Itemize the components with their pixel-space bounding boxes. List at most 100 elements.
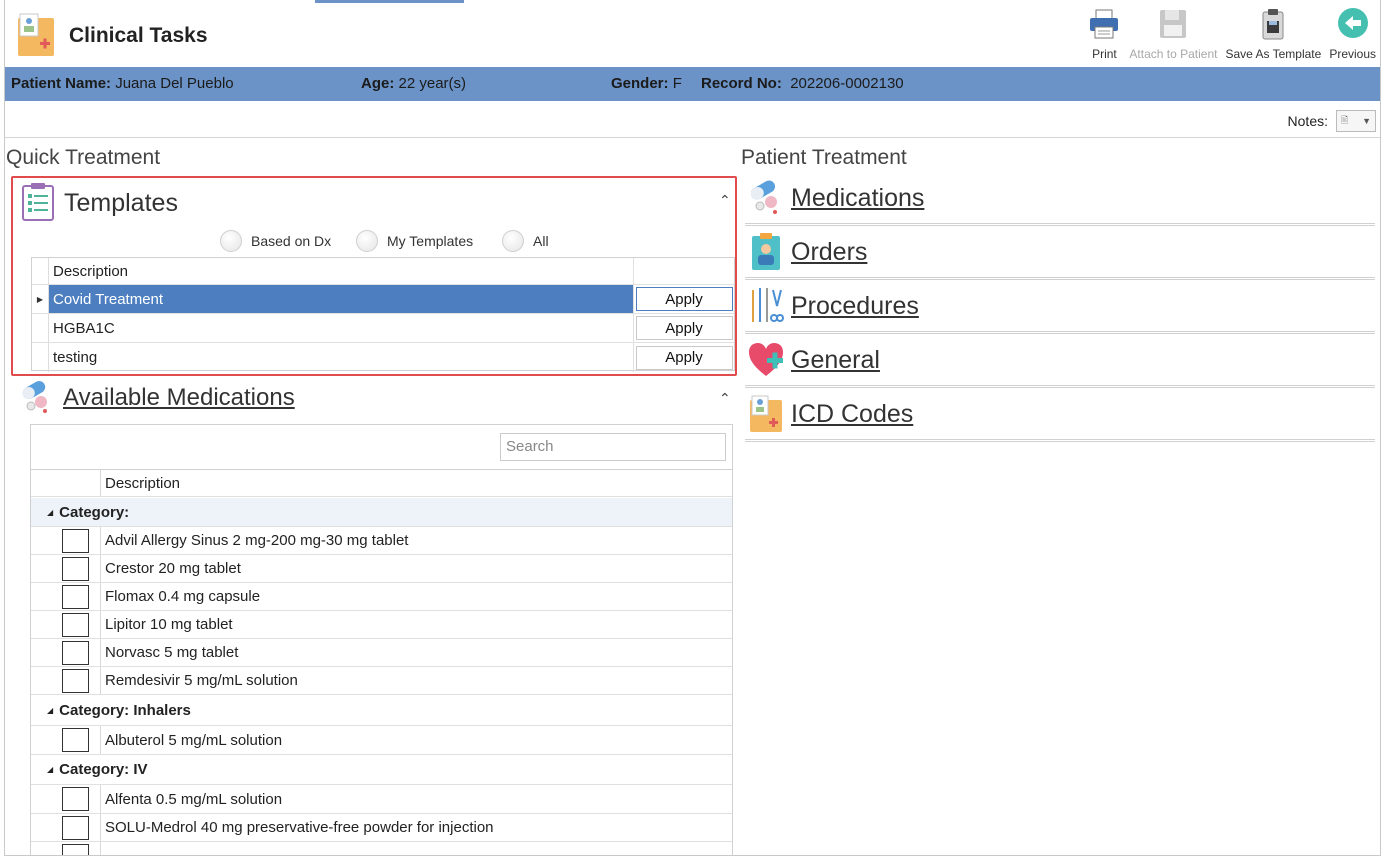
- expand-triangle-icon[interactable]: ◢: [47, 508, 53, 517]
- medication-checkbox[interactable]: [62, 787, 89, 811]
- patient-treatment-title: Patient Treatment: [741, 146, 907, 169]
- medication-checkbox[interactable]: [62, 728, 89, 752]
- treatment-procedures[interactable]: Procedures: [745, 286, 1375, 340]
- medication-checkbox[interactable]: [62, 584, 89, 609]
- medication-row[interactable]: Norvasc 5 mg tablet: [31, 639, 732, 667]
- general-link[interactable]: General: [791, 346, 880, 375]
- patient-record: Record No: 202206-0002130: [701, 67, 904, 101]
- table-row[interactable]: ▶ Covid Treatment Apply: [32, 285, 734, 314]
- notes-control: Notes: 🖹 ▼: [1288, 110, 1376, 132]
- toolbar: Print Attach to Patient Save As Template: [1083, 4, 1380, 64]
- treatment-medications[interactable]: Medications: [745, 178, 1375, 232]
- templates-title: Templates: [64, 189, 178, 217]
- medication-checkbox[interactable]: [62, 843, 89, 855]
- notes-icon: 🖹: [1341, 115, 1349, 125]
- template-list-icon: [22, 183, 54, 221]
- expand-triangle-icon[interactable]: ◢: [47, 765, 53, 774]
- page-title: Clinical Tasks: [69, 24, 208, 47]
- row-selector-icon: ▶: [32, 285, 49, 313]
- table-row[interactable]: HGBA1C Apply: [32, 314, 734, 343]
- column-header-description: Description: [105, 474, 181, 492]
- attach-label: Attach to Patient: [1129, 47, 1218, 61]
- medication-row[interactable]: Alfenta 0.5 mg/mL solution: [31, 785, 732, 814]
- medication-checkbox[interactable]: [62, 668, 89, 693]
- medication-row[interactable]: SOLU-Medrol 40 mg preservative-free powd…: [31, 814, 732, 842]
- back-arrow-icon: [1337, 8, 1368, 38]
- category-label: Category: Inhalers: [59, 702, 191, 719]
- template-description[interactable]: testing: [49, 343, 634, 372]
- notes-label: Notes:: [1287, 113, 1328, 129]
- patient-gender-value: F: [672, 75, 682, 92]
- template-description[interactable]: Covid Treatment: [49, 285, 634, 313]
- search-input[interactable]: Search: [500, 433, 726, 461]
- header: Clinical Tasks Print Attach to Patient S…: [5, 0, 1380, 66]
- category-row[interactable]: ◢ Category: Inhalers: [31, 696, 732, 726]
- collapse-medications-icon[interactable]: ⌃: [719, 390, 731, 407]
- medication-row[interactable]: [31, 842, 732, 855]
- previous-button[interactable]: Previous: [1325, 4, 1380, 64]
- category-label: Category:: [59, 503, 130, 521]
- medication-checkbox[interactable]: [62, 640, 89, 665]
- template-filter-group: Based on Dx My Templates All: [13, 230, 735, 254]
- medical-folder-icon: [18, 13, 54, 56]
- radio-icon: [502, 230, 524, 252]
- apply-button[interactable]: Apply: [635, 316, 733, 340]
- medication-name: Alfenta 0.5 mg/mL solution: [105, 790, 283, 808]
- medication-row[interactable]: Flomax 0.4 mg capsule: [31, 583, 732, 611]
- collapse-templates-icon[interactable]: ⌃: [719, 192, 731, 209]
- filter-label: Based on Dx: [251, 233, 332, 249]
- clinical-tasks-window: Clinical Tasks Print Attach to Patient S…: [4, 0, 1381, 856]
- printer-icon: [1090, 9, 1119, 39]
- patient-name-value: Juana Del Pueblo: [115, 75, 234, 92]
- attach-to-patient-button[interactable]: Attach to Patient: [1125, 4, 1221, 64]
- medication-row[interactable]: Crestor 20 mg tablet: [31, 555, 732, 583]
- templates-table: Description ▶ Covid Treatment Apply HGBA…: [31, 257, 735, 372]
- icd-codes-link[interactable]: ICD Codes: [791, 400, 913, 429]
- medication-row[interactable]: Remdesivir 5 mg/mL solution: [31, 667, 732, 695]
- procedures-link[interactable]: Procedures: [791, 292, 919, 321]
- pills-icon: [22, 381, 47, 413]
- patient-age-value: 22 year(s): [398, 75, 467, 92]
- separator: [745, 385, 1375, 388]
- heart-plus-icon: [749, 343, 783, 376]
- table-row[interactable]: testing Apply: [32, 343, 734, 372]
- apply-button[interactable]: Apply: [635, 345, 733, 370]
- separator: [745, 331, 1375, 334]
- filter-based-on-dx[interactable]: Based on Dx: [220, 230, 331, 252]
- orders-link[interactable]: Orders: [791, 238, 867, 267]
- treatment-orders[interactable]: Orders: [745, 232, 1375, 286]
- medication-checkbox[interactable]: [62, 612, 89, 637]
- medication-name: Advil Allergy Sinus 2 mg-200 mg-30 mg ta…: [105, 532, 409, 549]
- medication-row[interactable]: Lipitor 10 mg tablet: [31, 611, 732, 639]
- expand-triangle-icon[interactable]: ◢: [47, 706, 53, 715]
- patient-gender: Gender: F: [611, 67, 682, 101]
- clipboard-save-icon: [1262, 9, 1284, 40]
- medical-folder-icon: [750, 395, 782, 432]
- medication-row[interactable]: Albuterol 5 mg/mL solution: [31, 726, 732, 755]
- save-as-template-button[interactable]: Save As Template: [1221, 4, 1325, 64]
- previous-label: Previous: [1329, 47, 1376, 61]
- notes-dropdown[interactable]: 🖹 ▼: [1336, 110, 1376, 132]
- medication-checkbox[interactable]: [62, 815, 89, 840]
- category-row[interactable]: ◢ Category: IV: [31, 755, 732, 785]
- category-row[interactable]: ◢ Category:: [31, 498, 732, 527]
- row-indicator: [32, 314, 49, 342]
- medication-checkbox[interactable]: [62, 556, 89, 581]
- filter-all[interactable]: All: [502, 230, 549, 252]
- apply-button[interactable]: Apply: [635, 287, 733, 311]
- template-description[interactable]: HGBA1C: [49, 314, 634, 342]
- print-label: Print: [1092, 47, 1117, 61]
- medication-row[interactable]: Advil Allergy Sinus 2 mg-200 mg-30 mg ta…: [31, 527, 732, 555]
- floppy-disk-icon: [1160, 10, 1187, 38]
- patient-info-bar: Patient Name: Juana Del Pueblo Age: 22 y…: [5, 67, 1380, 101]
- medications-link[interactable]: Medications: [791, 184, 924, 213]
- table-header: Description: [31, 469, 732, 497]
- patient-record-label: Record No:: [701, 75, 782, 92]
- filter-my-templates[interactable]: My Templates: [356, 230, 473, 252]
- treatment-icd-codes[interactable]: ICD Codes: [745, 394, 1375, 448]
- medication-checkbox[interactable]: [62, 528, 89, 553]
- available-medications-link[interactable]: Available Medications: [63, 384, 295, 412]
- treatment-general[interactable]: General: [745, 340, 1375, 394]
- medication-name: Remdesivir 5 mg/mL solution: [105, 672, 298, 689]
- print-button[interactable]: Print: [1083, 4, 1125, 64]
